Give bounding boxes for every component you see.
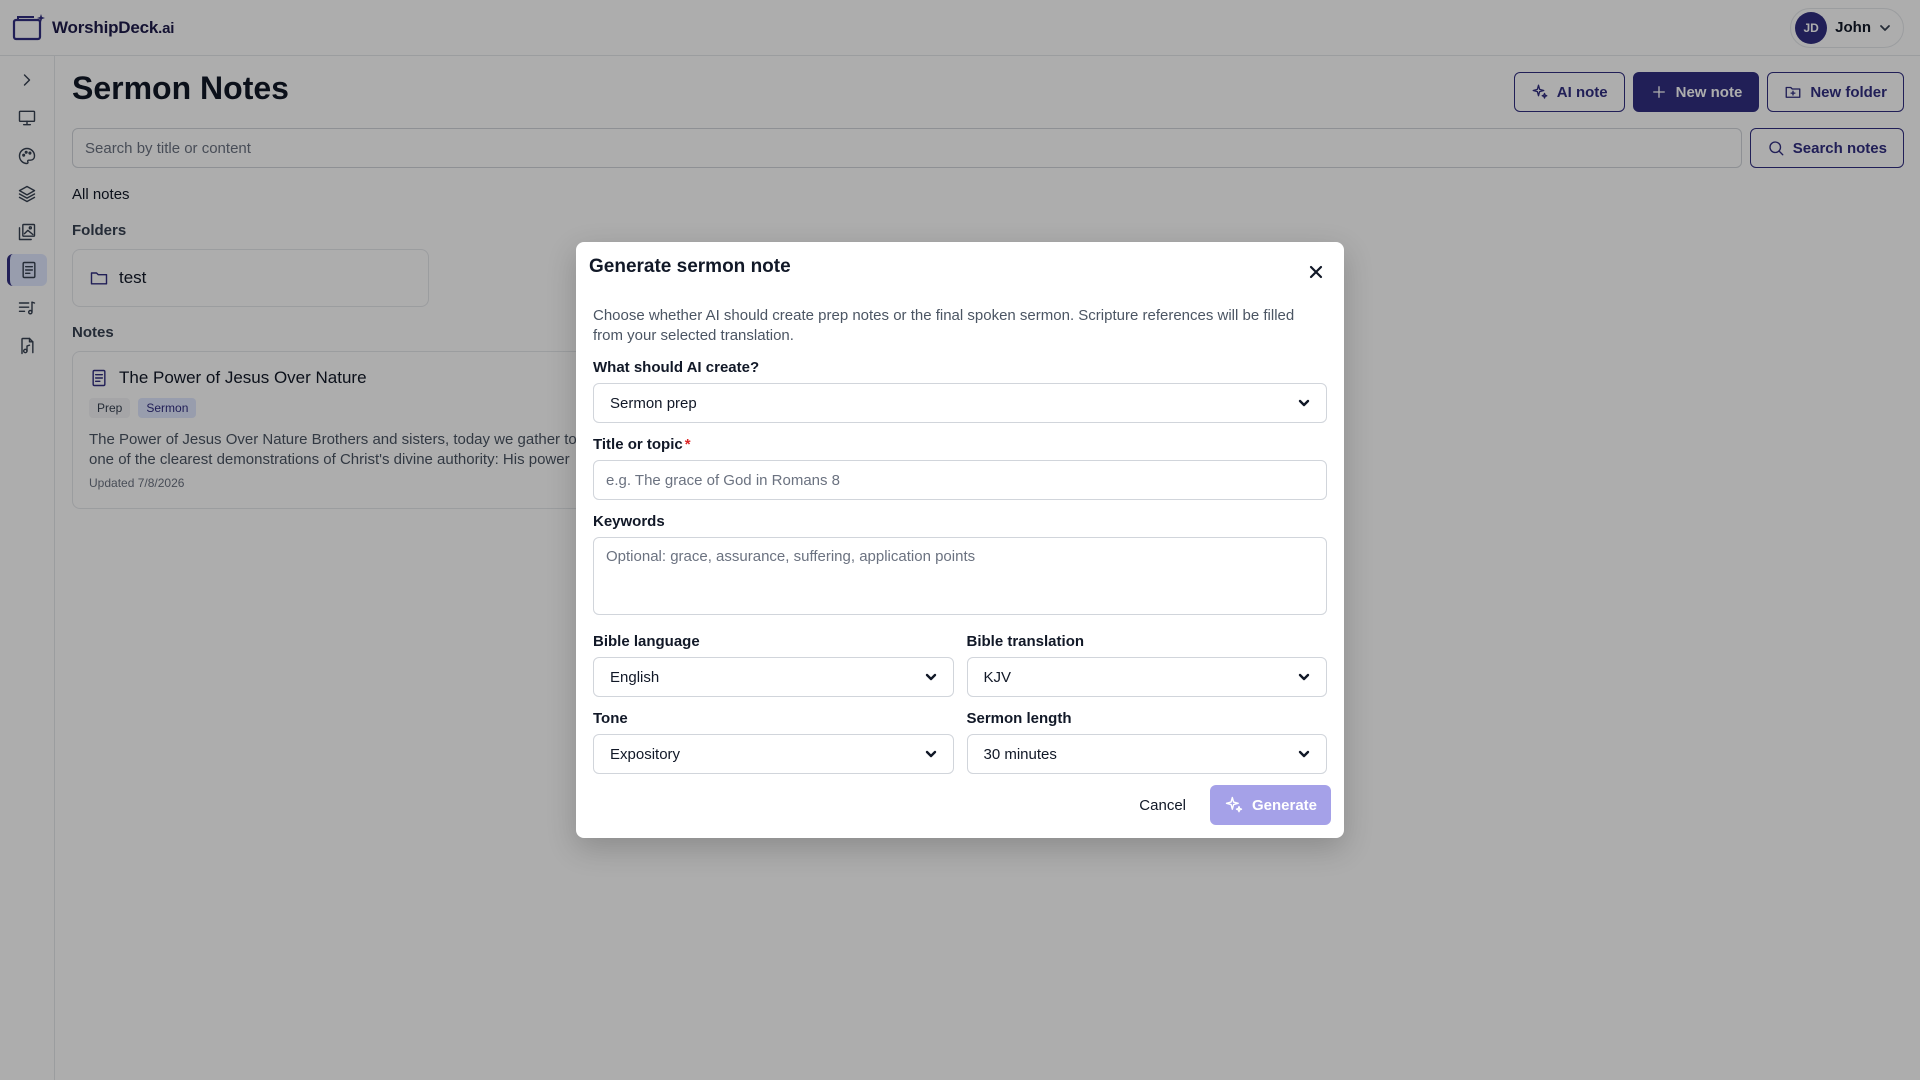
title-label: Title or topic *: [593, 436, 691, 453]
cancel-button[interactable]: Cancel: [1139, 797, 1186, 814]
chevron-down-icon: [925, 673, 936, 681]
keywords-label: Keywords: [593, 513, 665, 530]
bible-translation-select[interactable]: KJV: [966, 657, 1327, 697]
bible-language-select[interactable]: English: [593, 657, 954, 697]
keywords-input[interactable]: [593, 537, 1327, 615]
bible-row: Bible language English Bible translation…: [593, 620, 1327, 697]
close-button[interactable]: [1304, 260, 1328, 284]
close-icon: [1309, 265, 1323, 279]
title-input[interactable]: [593, 460, 1327, 500]
required-marker: *: [684, 436, 691, 453]
generate-button[interactable]: Generate: [1210, 785, 1331, 825]
tone-select[interactable]: Expository: [593, 734, 954, 774]
dialog-description: Choose whether AI should create prep not…: [593, 307, 1295, 344]
create-type-select[interactable]: Sermon prep: [593, 383, 1327, 423]
tone-row: Tone Expository Sermon length 30 minutes: [593, 697, 1327, 774]
dialog-title: Generate sermon note: [589, 256, 791, 277]
sparkles-icon: [1225, 796, 1243, 813]
chevron-down-icon: [925, 750, 936, 758]
generate-sermon-dialog: Generate sermon note Choose whether AI s…: [576, 242, 1344, 838]
tone-label: Tone: [593, 710, 628, 727]
bible-translation-label: Bible translation: [966, 633, 1085, 650]
chevron-down-icon: [1298, 750, 1310, 758]
dialog-body: Choose whether AI should create prep not…: [593, 306, 1327, 774]
chevron-down-icon: [1298, 399, 1310, 407]
dialog-footer: Cancel Generate: [1139, 785, 1331, 825]
sermon-length-label: Sermon length: [966, 710, 1072, 727]
sermon-length-select[interactable]: 30 minutes: [966, 734, 1327, 774]
chevron-down-icon: [1298, 673, 1310, 681]
bible-language-label: Bible language: [593, 633, 700, 650]
create-type-label: What should AI create?: [593, 359, 760, 376]
